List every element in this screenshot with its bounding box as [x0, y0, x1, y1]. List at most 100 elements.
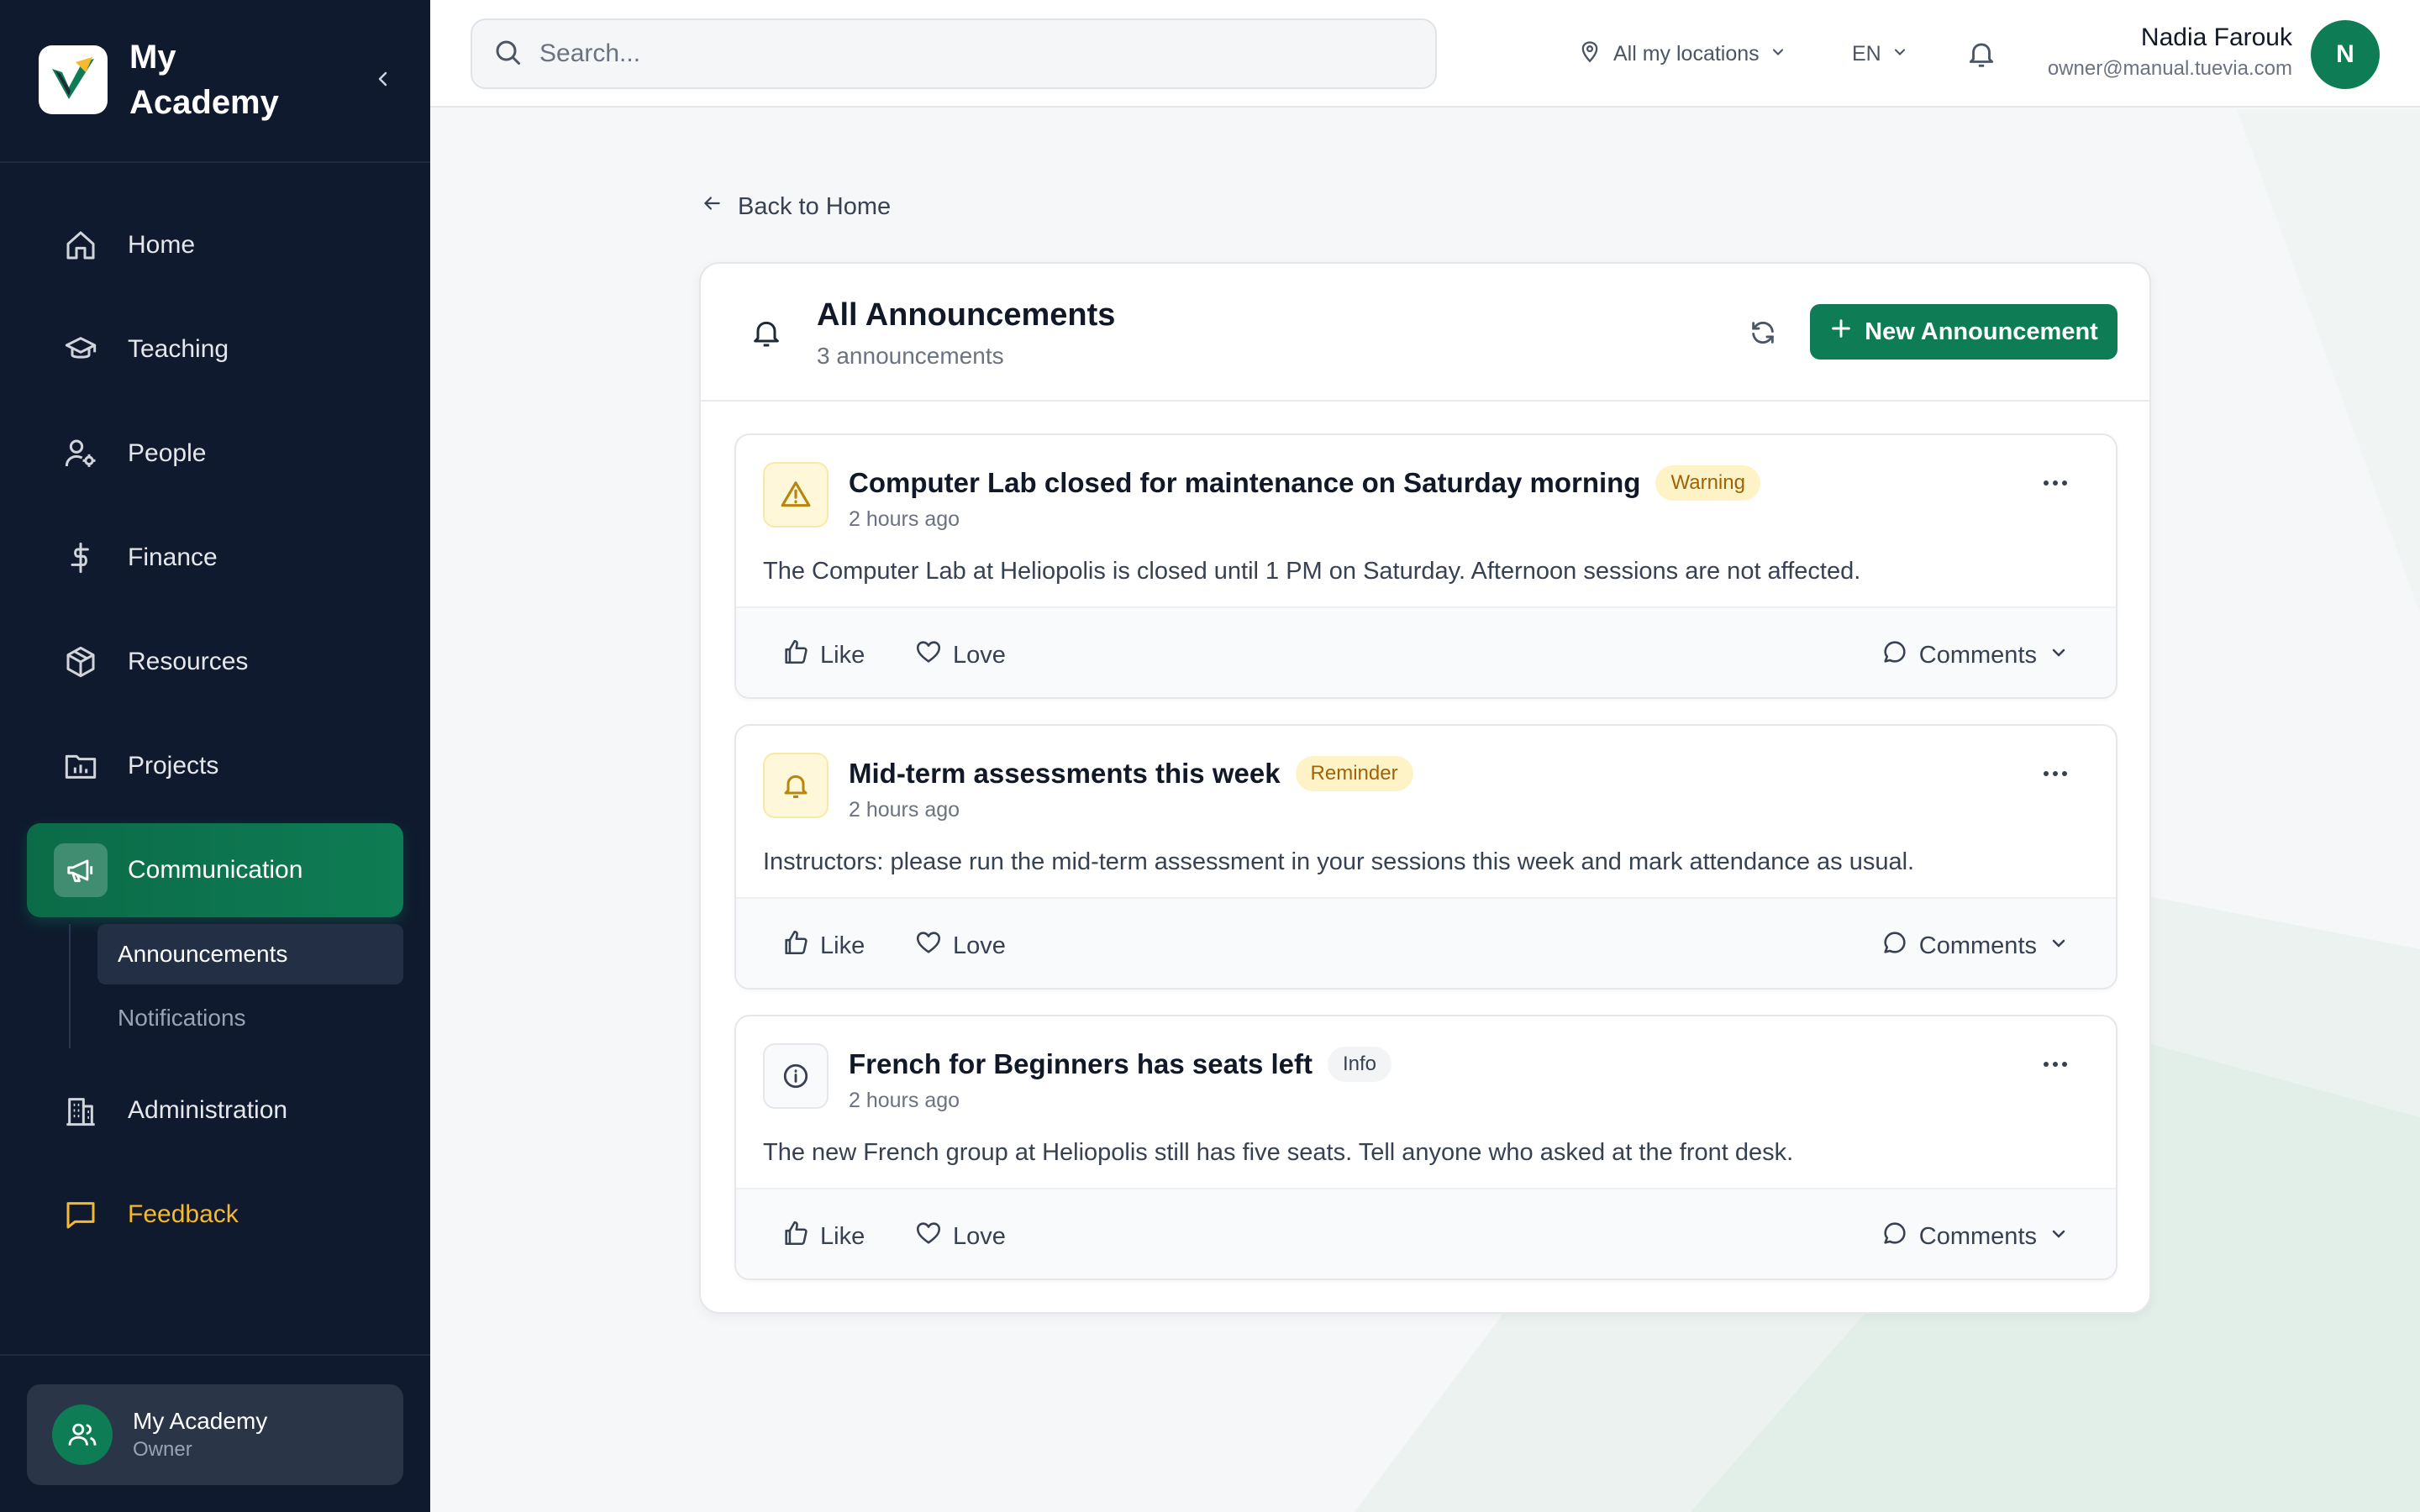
love-label: Love — [953, 641, 1006, 669]
announcement-card: Computer Lab closed for maintenance on S… — [734, 433, 2118, 699]
message-square-icon — [62, 1196, 99, 1233]
communication-subnav: Announcements Notifications — [69, 924, 403, 1048]
home-icon — [62, 227, 99, 264]
message-circle-icon — [1881, 1219, 1909, 1254]
comments-toggle[interactable]: Comments — [1881, 1216, 2069, 1257]
search-icon — [492, 37, 523, 71]
more-options-icon[interactable] — [2037, 761, 2074, 786]
sidebar-subitem-announcements[interactable]: Announcements — [97, 924, 403, 984]
dollar-icon — [62, 539, 99, 576]
reactions-bar: Like Love Comments — [736, 1188, 2116, 1278]
sidebar-item-home[interactable]: Home — [27, 198, 403, 292]
announcement-count: 3 announcements — [817, 343, 1004, 369]
brand-name: My Academy — [129, 39, 279, 121]
warning-triangle-icon — [763, 462, 829, 528]
chevron-down-icon — [1891, 42, 1908, 66]
sidebar-item-people[interactable]: People — [27, 407, 403, 501]
message-circle-icon — [1881, 928, 1909, 963]
brand: My Academy — [39, 34, 408, 126]
sidebar-item-teaching[interactable]: Teaching — [27, 302, 403, 396]
user-info[interactable]: Nadia Farouk owner@manual.tuevia.com — [2048, 24, 2292, 81]
love-label: Love — [953, 1222, 1006, 1250]
love-button[interactable]: Love — [914, 635, 1006, 675]
announcement-card: Mid-term assessments this week Reminder … — [734, 724, 2118, 990]
announcement-card: French for Beginners has seats left Info… — [734, 1015, 2118, 1280]
users-icon — [52, 1404, 113, 1465]
comments-toggle[interactable]: Comments — [1881, 635, 2069, 675]
more-options-icon[interactable] — [2037, 1052, 2074, 1077]
comments-toggle[interactable]: Comments — [1881, 926, 2069, 966]
sidebar: My Academy Home Teaching People Finance … — [0, 0, 430, 1512]
account-role: Owner — [133, 1438, 192, 1461]
announcement-title[interactable]: French for Beginners has seats left — [849, 1048, 1313, 1080]
info-icon — [763, 1043, 829, 1109]
sidebar-item-label: Administration — [128, 1096, 288, 1124]
announcement-time: 2 hours ago — [849, 507, 960, 531]
heart-icon — [914, 638, 943, 673]
plus-icon — [1829, 317, 1853, 347]
sidebar-item-label: Finance — [128, 543, 218, 571]
comments-label: Comments — [1918, 932, 2037, 959]
user-email: owner@manual.tuevia.com — [2047, 57, 2292, 80]
like-button[interactable]: Like — [781, 1216, 865, 1257]
heart-icon — [914, 928, 943, 963]
reactions-bar: Like Love Comments — [736, 897, 2116, 988]
chevron-down-icon — [2049, 1223, 2069, 1251]
thumbs-up-icon — [781, 1219, 810, 1254]
graduation-cap-icon — [62, 331, 99, 368]
avatar[interactable]: N — [2311, 20, 2380, 89]
language-selector[interactable]: EN — [1852, 34, 1908, 74]
sidebar-item-label: Resources — [128, 648, 249, 675]
location-label: All my locations — [1613, 41, 1760, 66]
location-selector[interactable]: All my locations — [1578, 34, 1786, 74]
topbar: All my locations EN Nadia Farouk owner@m… — [430, 0, 2420, 108]
sidebar-item-communication[interactable]: Communication — [27, 823, 403, 917]
sidebar-item-resources[interactable]: Resources — [27, 615, 403, 709]
like-label: Like — [820, 932, 865, 959]
megaphone-icon — [54, 843, 108, 897]
sidebar-item-label: Projects — [128, 752, 219, 780]
sidebar-item-feedback[interactable]: Feedback — [27, 1168, 403, 1262]
status-badge: Info — [1328, 1047, 1392, 1082]
sidebar-nav: Home Teaching People Finance Resources P… — [27, 198, 403, 1272]
sidebar-item-administration[interactable]: Administration — [27, 1063, 403, 1158]
back-link-label: Back to Home — [738, 192, 892, 220]
sidebar-item-projects[interactable]: Projects — [27, 719, 403, 813]
sidebar-item-finance[interactable]: Finance — [27, 511, 403, 605]
announcement-body: The new French group at Heliopolis still… — [763, 1139, 1794, 1166]
page-title: All Announcements — [817, 297, 1116, 333]
refresh-icon[interactable] — [1743, 312, 1783, 353]
notifications-bell-icon[interactable] — [1961, 34, 2002, 74]
back-link[interactable]: Back to Home — [701, 190, 891, 223]
academy-logo[interactable] — [39, 45, 108, 114]
sidebar-subitem-notifications[interactable]: Notifications — [97, 988, 403, 1048]
announcement-time: 2 hours ago — [849, 798, 960, 822]
sidebar-item-label: Teaching — [128, 335, 229, 363]
thumbs-up-icon — [781, 928, 810, 963]
chevron-down-icon — [2049, 932, 2069, 960]
chevron-left-icon[interactable] — [365, 60, 402, 97]
bell-icon — [763, 753, 829, 818]
love-button[interactable]: Love — [914, 926, 1006, 966]
search-bar[interactable] — [471, 18, 1437, 89]
thumbs-up-icon — [781, 638, 810, 673]
announcement-title[interactable]: Mid-term assessments this week — [849, 758, 1281, 790]
map-pin-icon — [1578, 39, 1602, 69]
search-input[interactable] — [539, 39, 1380, 68]
love-button[interactable]: Love — [914, 1216, 1006, 1257]
like-button[interactable]: Like — [781, 926, 865, 966]
status-badge: Reminder — [1295, 756, 1413, 791]
bell-icon — [746, 312, 786, 353]
account-switcher[interactable]: My Academy Owner — [27, 1384, 403, 1485]
new-announcement-label: New Announcement — [1865, 318, 2098, 345]
like-button[interactable]: Like — [781, 635, 865, 675]
announcements-panel: All Announcements 3 announcements New An… — [699, 262, 2151, 1314]
more-options-icon[interactable] — [2037, 470, 2074, 496]
comments-label: Comments — [1918, 641, 2037, 669]
announcement-time: 2 hours ago — [849, 1089, 960, 1112]
announcement-title[interactable]: Computer Lab closed for maintenance on S… — [849, 467, 1640, 499]
sidebar-item-label: Communication — [128, 856, 303, 884]
package-icon — [62, 643, 99, 680]
new-announcement-button[interactable]: New Announcement — [1810, 304, 2118, 360]
reactions-bar: Like Love Comments — [736, 606, 2116, 697]
